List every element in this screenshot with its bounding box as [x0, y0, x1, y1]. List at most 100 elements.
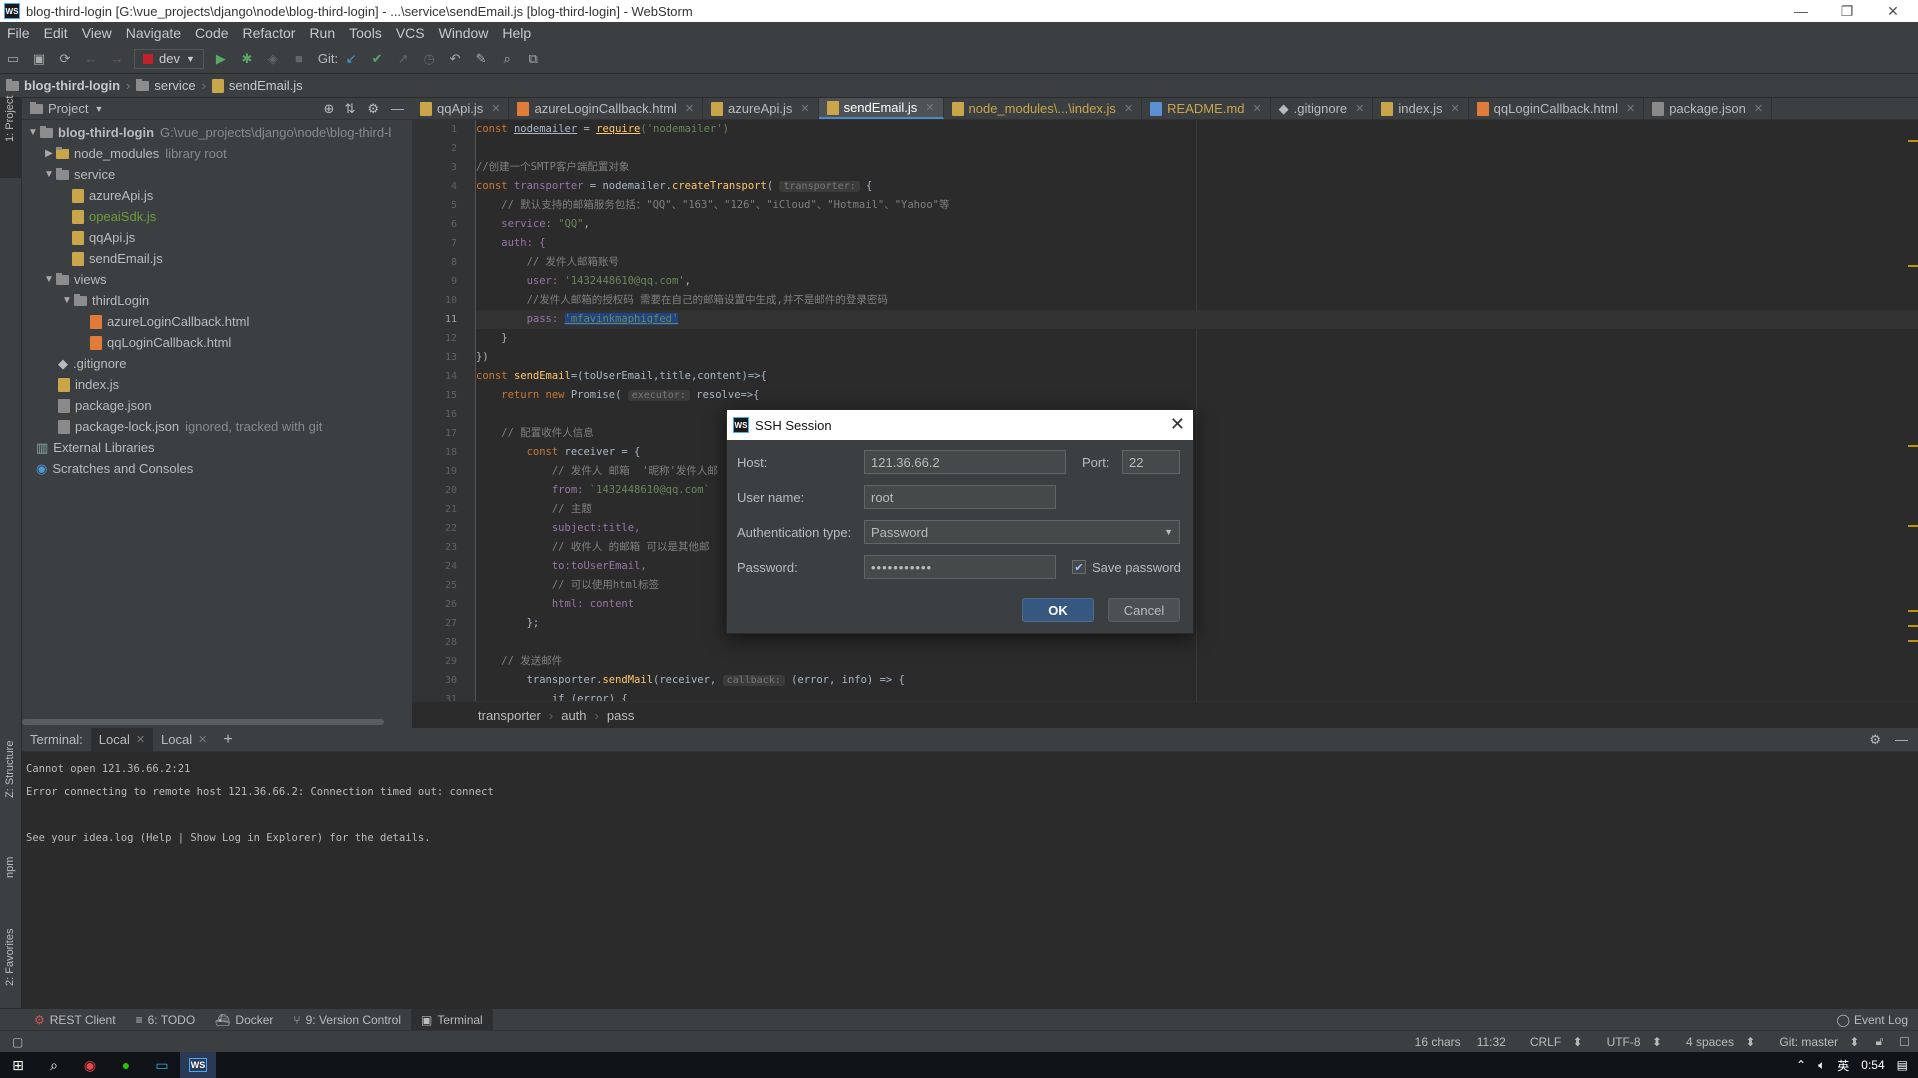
password-input[interactable]: •••••••••••: [864, 555, 1056, 579]
breadcrumb-item[interactable]: auth: [561, 708, 586, 723]
close-tab-icon[interactable]: ✕: [198, 733, 207, 746]
wrench-icon[interactable]: ✎: [470, 48, 492, 70]
tree-item-views[interactable]: ▼ views: [22, 269, 412, 290]
tree-item-gitignore[interactable]: ◆ .gitignore: [22, 353, 412, 374]
ok-button[interactable]: OK: [1022, 598, 1094, 622]
terminal-tab[interactable]: Local ✕: [153, 728, 215, 752]
notification-center-icon[interactable]: ▤: [1897, 1058, 1908, 1072]
back-icon[interactable]: ←: [80, 48, 102, 70]
tree-item-opeaisdk[interactable]: opeaiSdk.js: [22, 206, 412, 227]
tab-indexjs[interactable]: index.js ✕: [1373, 98, 1469, 119]
auth-type-select[interactable]: Password ▼: [864, 520, 1180, 544]
menu-view[interactable]: View: [75, 25, 119, 41]
nav-project[interactable]: blog-third-login: [0, 78, 126, 93]
hide-icon[interactable]: —: [391, 101, 404, 116]
close-tab-icon[interactable]: ✕: [1124, 102, 1133, 115]
status-caret-position[interactable]: 11:32: [1469, 1035, 1514, 1049]
gear-icon[interactable]: ⚙: [367, 101, 379, 117]
project-horizontal-scrollbar[interactable]: [22, 718, 386, 726]
tab-gitignore[interactable]: ◆ .gitignore ✕: [1271, 98, 1374, 119]
menu-navigate[interactable]: Navigate: [119, 25, 188, 41]
menu-refactor[interactable]: Refactor: [236, 25, 303, 41]
add-terminal-icon[interactable]: +: [215, 728, 240, 752]
nav-folder[interactable]: service: [130, 78, 201, 93]
close-icon[interactable]: ✕: [1170, 414, 1185, 435]
notifications-icon[interactable]: ☐: [1891, 1035, 1918, 1049]
windows-start-icon[interactable]: ⊞: [0, 1052, 36, 1078]
rest-client-button[interactable]: ⚙ REST Client: [24, 1009, 126, 1031]
tree-item-scratches[interactable]: ◉ Scratches and Consoles: [22, 458, 412, 479]
close-tab-icon[interactable]: ✕: [136, 733, 145, 746]
status-indent[interactable]: 4 spaces ⬍: [1670, 1035, 1763, 1049]
error-stripe[interactable]: [1900, 120, 1918, 720]
forward-icon[interactable]: →: [106, 48, 128, 70]
version-control-button[interactable]: ⑂ 9: Version Control: [283, 1009, 411, 1031]
menu-run[interactable]: Run: [302, 25, 342, 41]
user-name-input[interactable]: root: [864, 485, 1056, 509]
breadcrumb-item[interactable]: transporter: [478, 708, 541, 723]
menu-code[interactable]: Code: [188, 25, 235, 41]
tree-item-azureapi[interactable]: azureApi.js: [22, 185, 412, 206]
close-tab-icon[interactable]: ✕: [1252, 102, 1261, 115]
tab-sendemail[interactable]: sendEmail.js ✕: [818, 98, 944, 119]
close-tab-icon[interactable]: ✕: [1754, 102, 1763, 115]
close-tab-icon[interactable]: ✕: [491, 102, 500, 115]
tree-item-qqapi[interactable]: qqApi.js: [22, 227, 412, 248]
gear-icon[interactable]: ⚙: [1869, 732, 1881, 748]
host-input[interactable]: 121.36.66.2: [864, 450, 1066, 474]
tab-azureapi[interactable]: azureApi.js ✕: [703, 98, 819, 119]
explorer-icon[interactable]: ▭: [144, 1052, 180, 1078]
tab-node-modules-index[interactable]: node_modules\...\index.js ✕: [944, 98, 1143, 119]
hide-icon[interactable]: —: [1895, 732, 1908, 747]
status-line-separator[interactable]: CRLF ⬍: [1514, 1035, 1591, 1049]
tree-item-node-modules[interactable]: ▶ node_modules library root: [22, 143, 412, 164]
close-tab-icon[interactable]: ✕: [800, 102, 809, 115]
chrome-icon[interactable]: ◉: [72, 1052, 108, 1078]
webstorm-taskbar-icon[interactable]: WS: [180, 1052, 216, 1078]
ime-indicator[interactable]: 英: [1837, 1057, 1849, 1074]
save-password-checkbox[interactable]: ✔: [1072, 560, 1086, 574]
code-area[interactable]: const nodemailer = require('nodemailer')…: [476, 120, 1918, 701]
cancel-button[interactable]: Cancel: [1108, 598, 1180, 622]
restore-icon[interactable]: ❐: [1824, 0, 1870, 22]
volume-icon[interactable]: 🔈︎: [1818, 1058, 1825, 1073]
wechat-icon[interactable]: ●: [108, 1052, 144, 1078]
minimize-icon[interactable]: —: [1778, 0, 1824, 22]
tree-item-qqlogincallback[interactable]: qqLoginCallback.html: [22, 332, 412, 353]
collapse-icon[interactable]: ⇅: [344, 101, 355, 117]
nav-file[interactable]: sendEmail.js: [206, 78, 309, 93]
favorites-tool-label[interactable]: 2: Favorites: [4, 929, 16, 986]
tree-root[interactable]: ▼ blog-third-login G:\vue_projects\django\…: [22, 122, 412, 143]
save-icon[interactable]: ▣: [28, 48, 50, 70]
close-tab-icon[interactable]: ✕: [1355, 102, 1364, 115]
tree-item-sendemail[interactable]: sendEmail.js: [22, 248, 412, 269]
git-push-icon[interactable]: ↗: [392, 48, 414, 70]
sync-icon[interactable]: ⟳: [54, 48, 76, 70]
terminal-button[interactable]: ▣ Terminal: [411, 1008, 493, 1031]
terminal-tab[interactable]: Local ✕: [90, 727, 154, 752]
tree-item-external-libraries[interactable]: ▥ External Libraries: [22, 437, 412, 458]
history-icon[interactable]: ◷: [418, 48, 440, 70]
close-tab-icon[interactable]: ✕: [925, 101, 934, 114]
npm-tool-label[interactable]: npm: [4, 857, 16, 878]
coverage-icon[interactable]: ◈: [262, 48, 284, 70]
structure-tool-label[interactable]: Z: Structure: [4, 741, 16, 798]
project-view-select[interactable]: Project: [48, 101, 88, 116]
tab-qqapi[interactable]: qqApi.js ✕: [412, 98, 510, 119]
open-folder-icon[interactable]: ▭: [2, 48, 24, 70]
tab-azurelogincallback[interactable]: azureLoginCallback.html ✕: [509, 98, 704, 119]
tree-item-packagejson[interactable]: package.json: [22, 395, 412, 416]
menu-help[interactable]: Help: [495, 25, 538, 41]
project-tool-label[interactable]: 1: Project: [4, 96, 16, 142]
menu-window[interactable]: Window: [432, 25, 496, 41]
docker-button[interactable]: ⛴ Docker: [205, 1009, 283, 1031]
close-tab-icon[interactable]: ✕: [1626, 102, 1635, 115]
run-config-select[interactable]: dev ▼: [134, 48, 204, 69]
debug-icon[interactable]: ✱: [236, 48, 258, 70]
lock-icon[interactable]: 🔓︎: [1867, 1034, 1891, 1049]
git-commit-icon[interactable]: ✔: [366, 48, 388, 70]
breadcrumb-item[interactable]: pass: [607, 708, 634, 723]
stop-icon[interactable]: ■: [288, 48, 310, 70]
rollback-icon[interactable]: ↶: [444, 48, 466, 70]
tree-item-service[interactable]: ▼ service: [22, 164, 412, 185]
